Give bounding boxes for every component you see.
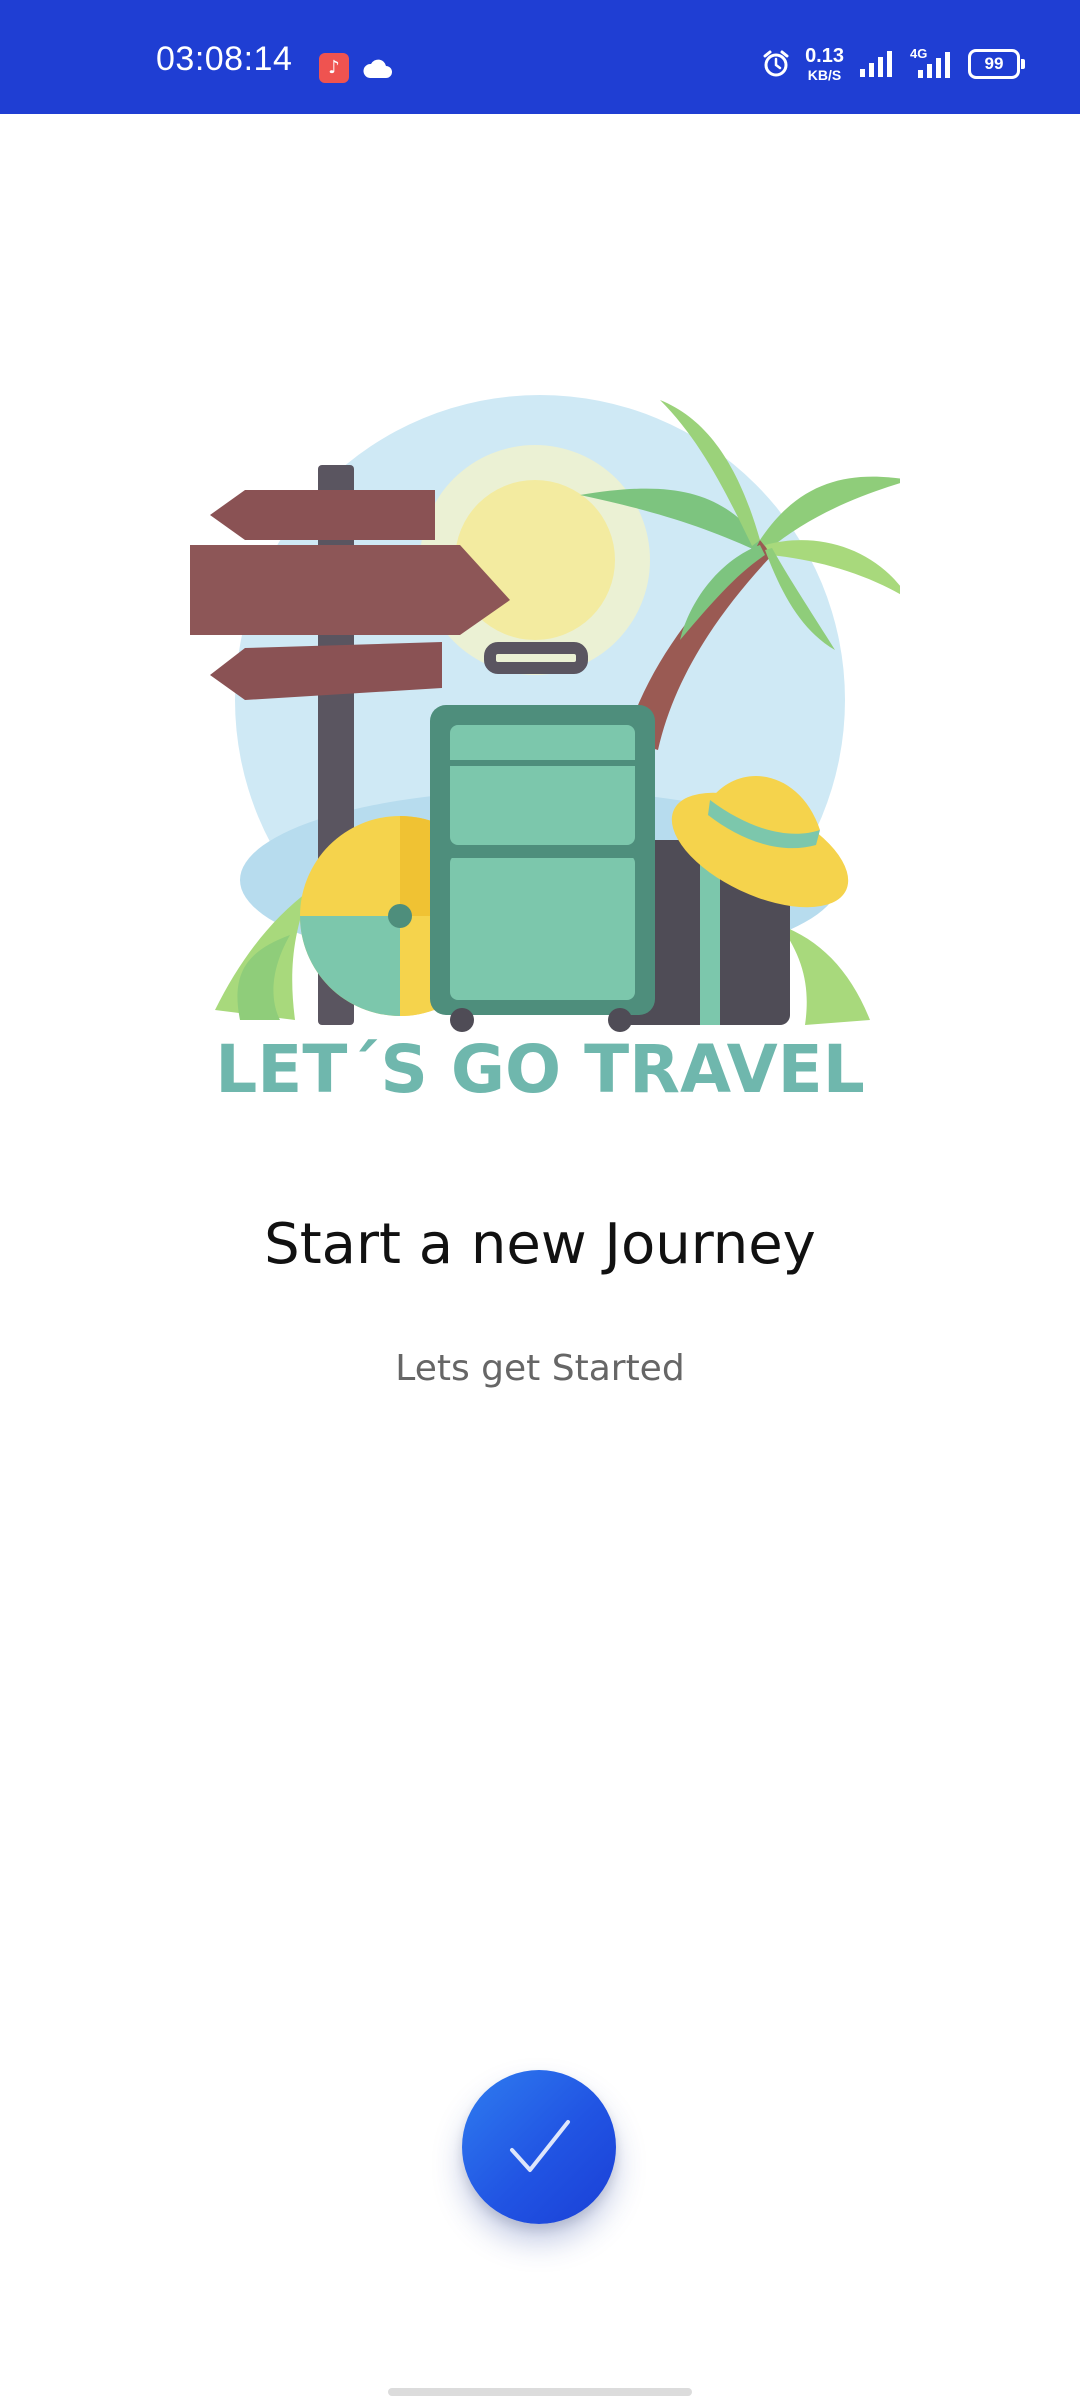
signal-icon (860, 51, 892, 77)
travel-illustration: LET´S GO TRAVEL (190, 395, 900, 1108)
music-note-icon: ♪ (319, 53, 349, 83)
status-indicators: 0.13 KB/S 4G 99 (761, 44, 1025, 84)
battery-level: 99 (984, 54, 1004, 73)
network-4g-signal: 4G (910, 46, 954, 80)
status-time: 03:08:14 (156, 40, 293, 78)
onboarding-screen: 03:08:14 ♪ 0.13 KB/S 4G 99 LET´S GO TRAV… (0, 0, 1080, 2400)
check-icon (510, 2120, 570, 2172)
status-bar: 03:08:14 ♪ 0.13 KB/S 4G 99 (0, 0, 1080, 114)
alarm-icon (763, 50, 789, 77)
lets-go-travel-caption: LET´S GO TRAVEL (215, 1031, 865, 1108)
network-speed: 0.13 KB/S (805, 46, 844, 82)
onboarding-title: Start a new Journey (264, 1212, 816, 1277)
signal-4g-icon (918, 52, 950, 78)
home-indicator[interactable] (388, 2388, 692, 2396)
network-speed-value: 0.13 (805, 45, 844, 67)
onboarding-subtitle: Lets get Started (395, 1348, 685, 1389)
battery-icon: 99 (968, 49, 1025, 79)
cloud-icon (363, 59, 392, 78)
get-started-button[interactable] (462, 2070, 616, 2224)
network-speed-unit: KB/S (807, 67, 842, 83)
